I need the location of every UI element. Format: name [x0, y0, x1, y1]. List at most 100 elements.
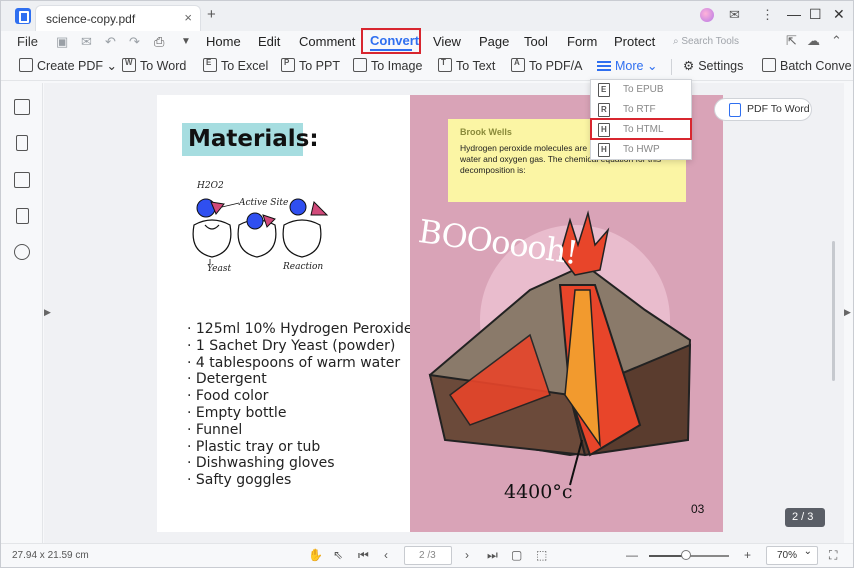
dropdown-item-hwp[interactable]: H To HWP: [591, 140, 691, 160]
cloud-upload-icon[interactable]: ☁: [807, 33, 820, 49]
zoom-slider-knob[interactable]: [681, 550, 691, 560]
doodle-label-yeast: Yeast: [207, 264, 232, 274]
convert-toolbar: Create PDF ⌄ W To Word E To Excel P To PPT …: [1, 55, 853, 81]
pdf-to-word-label: PDF To Word: [747, 103, 810, 115]
feedback-icon[interactable]: ✉: [729, 7, 740, 23]
text-icon: T: [438, 58, 452, 72]
more-button[interactable]: More ⌄: [597, 58, 657, 78]
expand-left-panel-icon[interactable]: ▶: [44, 307, 51, 318]
fit-page-icon[interactable]: ▢: [511, 548, 522, 562]
attachment-icon[interactable]: [16, 208, 29, 224]
list-item: · Plastic tray or tub: [187, 438, 321, 455]
menu-convert-label: Convert: [370, 33, 420, 48]
mail-icon[interactable]: ✉: [81, 34, 92, 50]
doodle-label-reaction: Reaction: [283, 262, 324, 272]
to-excel-button[interactable]: E To Excel: [203, 58, 268, 78]
batch-convert-label: Batch Conve: [780, 59, 852, 73]
fit-width-icon[interactable]: ⬚: [536, 548, 547, 562]
undo-icon[interactable]: ↶: [105, 34, 116, 50]
materials-heading: Materials:: [182, 123, 319, 156]
share-icon[interactable]: ⇱: [786, 33, 797, 49]
materials-list: · 125ml 10% Hydrogen Peroxide · 1 Sachet…: [187, 321, 413, 489]
to-excel-label: To Excel: [221, 59, 269, 73]
avatar[interactable]: [700, 8, 714, 22]
to-image-button[interactable]: To Image: [353, 58, 422, 78]
list-item: · 4 tablespoons of warm water: [187, 354, 401, 371]
menu-tool[interactable]: Tool: [524, 34, 548, 49]
collapse-ribbon-icon[interactable]: ⌃: [831, 33, 842, 49]
menu-view[interactable]: View: [433, 34, 461, 49]
pdf-to-word-button[interactable]: PDF To Word: [714, 98, 812, 121]
search-tools-input[interactable]: ⌕ Search Tools: [673, 36, 739, 47]
left-sidebar: [1, 83, 43, 543]
doodle-label-active-site: Active Site: [239, 198, 289, 208]
zoom-slider[interactable]: [649, 550, 729, 560]
search-icon[interactable]: [14, 244, 30, 260]
thumbnails-icon[interactable]: [14, 99, 30, 115]
zoom-select[interactable]: 70%: [766, 546, 818, 565]
zoom-out-icon[interactable]: —: [626, 548, 638, 562]
dropdown-item-epub[interactable]: E To EPUB: [591, 80, 691, 100]
html-highlight-box: [590, 118, 692, 140]
to-text-label: To Text: [456, 59, 496, 73]
maximize-icon[interactable]: ☐: [809, 6, 822, 23]
vertical-scrollbar[interactable]: [832, 241, 835, 381]
select-tool-icon[interactable]: ⇖: [333, 548, 343, 562]
toolbar-separator: [671, 59, 672, 75]
to-pdfa-label: To PDF/A: [529, 59, 583, 73]
menu-home[interactable]: Home: [206, 34, 241, 49]
zoom-in-icon[interactable]: +: [744, 548, 751, 562]
batch-convert-button[interactable]: Batch Conve: [762, 58, 852, 78]
doodle-label-h2o2: H2O2: [197, 181, 224, 191]
customize-dropdown-icon[interactable]: ▼: [181, 36, 191, 47]
document-tab[interactable]: science-copy.pdf ×: [35, 5, 201, 31]
active-underline: [370, 49, 412, 51]
page-dimensions: 27.94 x 21.59 cm: [12, 550, 89, 561]
hwp-file-icon: H: [598, 143, 610, 157]
menu-protect[interactable]: Protect: [614, 34, 655, 49]
dropdown-item-label: To HWP: [623, 144, 660, 155]
save-icon[interactable]: ▣: [56, 34, 68, 50]
menu-page[interactable]: Page: [479, 34, 509, 49]
redo-icon[interactable]: ↷: [129, 34, 140, 50]
settings-button[interactable]: ⚙ Settings: [683, 58, 743, 78]
app-logo: [15, 8, 31, 24]
hand-tool-icon[interactable]: ✋: [308, 548, 323, 562]
first-page-icon[interactable]: ⏮: [358, 548, 369, 563]
title-bar: science-copy.pdf × + ✉ ⋮ — ☐ ✕: [1, 1, 853, 31]
menu-form[interactable]: Form: [567, 34, 597, 49]
bookmark-icon[interactable]: [16, 135, 28, 151]
menu-comment[interactable]: Comment: [299, 34, 355, 49]
menu-convert[interactable]: Convert: [361, 28, 421, 54]
excel-icon: E: [203, 58, 217, 72]
expand-right-panel-icon[interactable]: ▶: [844, 307, 851, 318]
to-ppt-label: To PPT: [299, 59, 340, 73]
to-text-button[interactable]: T To Text: [438, 58, 495, 78]
menu-file[interactable]: File: [17, 34, 38, 49]
new-tab-icon[interactable]: +: [207, 6, 216, 23]
fullscreen-icon[interactable]: ⛶: [829, 548, 837, 563]
close-window-icon[interactable]: ✕: [833, 6, 845, 23]
gear-icon: ⚙: [683, 59, 695, 73]
prev-page-icon[interactable]: ‹: [384, 548, 388, 562]
page-number-input[interactable]: 2 /3: [404, 546, 452, 565]
minimize-icon[interactable]: —: [787, 6, 801, 22]
page-indicator: 2 / 3: [785, 508, 825, 527]
create-pdf-button[interactable]: Create PDF ⌄: [19, 58, 117, 78]
comment-icon[interactable]: [14, 172, 30, 188]
menu-edit[interactable]: Edit: [258, 34, 280, 49]
list-item: · Funnel: [187, 421, 243, 438]
tab-close-icon[interactable]: ×: [184, 10, 192, 25]
to-pdfa-button[interactable]: A To PDF/A: [511, 58, 583, 78]
next-page-icon[interactable]: ›: [465, 548, 469, 562]
ppt-icon: P: [281, 58, 295, 72]
to-ppt-button[interactable]: P To PPT: [281, 58, 340, 78]
last-page-icon[interactable]: ⏭: [487, 548, 498, 563]
print-icon[interactable]: ⎙: [154, 34, 164, 50]
dropdown-item-rtf[interactable]: R To RTF: [591, 100, 691, 120]
page-indicator-text: 2 / 3: [792, 511, 814, 523]
to-word-button[interactable]: W To Word: [122, 58, 186, 78]
app-window: science-copy.pdf × + ✉ ⋮ — ☐ ✕ File ▣ ✉ …: [0, 0, 854, 568]
more-options-icon[interactable]: ⋮: [761, 7, 774, 23]
word-icon: [729, 103, 741, 117]
